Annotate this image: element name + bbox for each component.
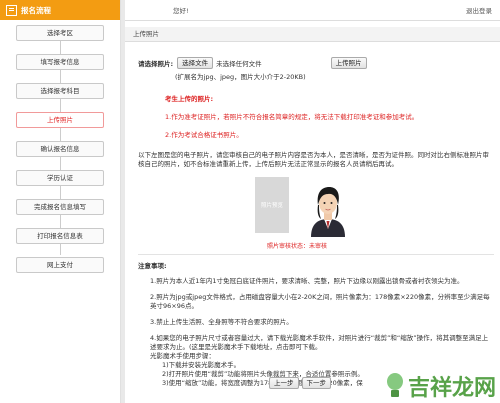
sidebar-header-label: 报名流程 [21, 5, 51, 15]
note-item-1: 1.照片为本人近1年内1寸免冠白底证件照片，要求清晰、完整，照片下边缘以刚露出锁… [150, 277, 464, 285]
step-online-payment[interactable]: 网上支付 [16, 257, 104, 273]
sidebar-header: 报名流程 [0, 0, 120, 20]
intro-paragraph: 以下左图是您的电子照片，请您审核自己的电子照片内容是否为本人，是否清晰，是否为证… [138, 151, 489, 168]
photo-review-status: 照片审核状态：未审核 [267, 243, 328, 250]
step-confirm-info[interactable]: 确认报名信息 [16, 141, 104, 157]
step-education-verify[interactable]: 学历认证 [16, 170, 104, 186]
sidebar: 报名流程 选择考区 填写报考信息 选择报考科目 上传照片 确认报名信息 学历认证… [0, 0, 121, 403]
site-watermark: 吉祥龙网 [384, 369, 496, 403]
sample-photo [299, 177, 357, 237]
main-content: 您好! 退出登录 上传照片 请选择照片: 选择文件 未选择任何文件 上传照片 (… [125, 0, 500, 403]
sample-portrait-icon [299, 177, 357, 237]
no-file-text: 未选择任何文件 [216, 60, 262, 68]
notice-item-1: 1.作为准考证照片，若照片不符合报名简章的规定，将无法下载打印准考证和参加考试。 [165, 113, 419, 121]
lightbulb-icon [384, 373, 406, 399]
notes-section: 注意事项: 1.照片为本人近1年内1寸免冠白底证件照片，要求清晰、完整，照片下边… [138, 254, 494, 388]
upload-label: 请选择照片: [138, 60, 174, 68]
step-print-form[interactable]: 打印报名信息表 [16, 228, 104, 244]
step-select-area[interactable]: 选择考区 [16, 25, 104, 41]
next-step-button[interactable]: 下一步 [301, 377, 331, 389]
watermark-text: 吉祥龙网 [407, 375, 496, 401]
photo-area: 照片预览 [255, 177, 500, 237]
logout-link[interactable]: 退出登录 [466, 5, 492, 15]
prev-step-button[interactable]: 上一步 [269, 377, 299, 389]
panel-title: 上传照片 [125, 27, 500, 42]
step-fill-info[interactable]: 填写报考信息 [16, 54, 104, 70]
step-list: 选择考区 填写报考信息 选择报考科目 上传照片 确认报名信息 学历认证 完成报名… [0, 20, 120, 273]
upload-hint: (扩展名为jpg、jpeg，图片大小介于2-20KB) [175, 73, 306, 81]
photo-preview: 照片预览 [255, 177, 289, 233]
step-upload-photo[interactable]: 上传照片 [16, 112, 104, 128]
step-select-subjects[interactable]: 选择报考科目 [16, 83, 104, 99]
greeting-text: 您好! [173, 7, 189, 15]
notice-item-2: 2.作为考试合格证书照片。 [165, 131, 243, 139]
step-navigation: 上一步 下一步 [269, 377, 334, 389]
photo-preview-label: 照片预览 [260, 203, 283, 209]
notes-title: 注意事项: [138, 262, 167, 270]
tool-steps-title: 光影魔术手使用步骤： [150, 352, 215, 360]
upload-photo-button[interactable]: 上传照片 [330, 57, 367, 69]
list-icon [6, 4, 17, 16]
top-bar: 您好! 退出登录 [125, 0, 500, 21]
step-complete-info[interactable]: 完成报名信息填写 [16, 199, 104, 215]
note-item-4: 4.如果您的电子照片尺寸或者容量过大，请下载光影魔术手软件，对照片进行“裁剪”和… [150, 334, 489, 351]
note-item-3: 3.禁止上传生活照、全身照等不符合要求的照片。 [150, 318, 293, 326]
note-item-2: 2.照片为jpg或jpeg文件格式，占用磁盘容量大小在2-20K之间，照片像素为… [150, 293, 490, 310]
upload-row: 请选择照片: 选择文件 未选择任何文件 上传照片 [138, 57, 500, 69]
choose-file-button[interactable]: 选择文件 [177, 57, 214, 69]
notice-title: 考生上传的照片: [165, 95, 214, 103]
